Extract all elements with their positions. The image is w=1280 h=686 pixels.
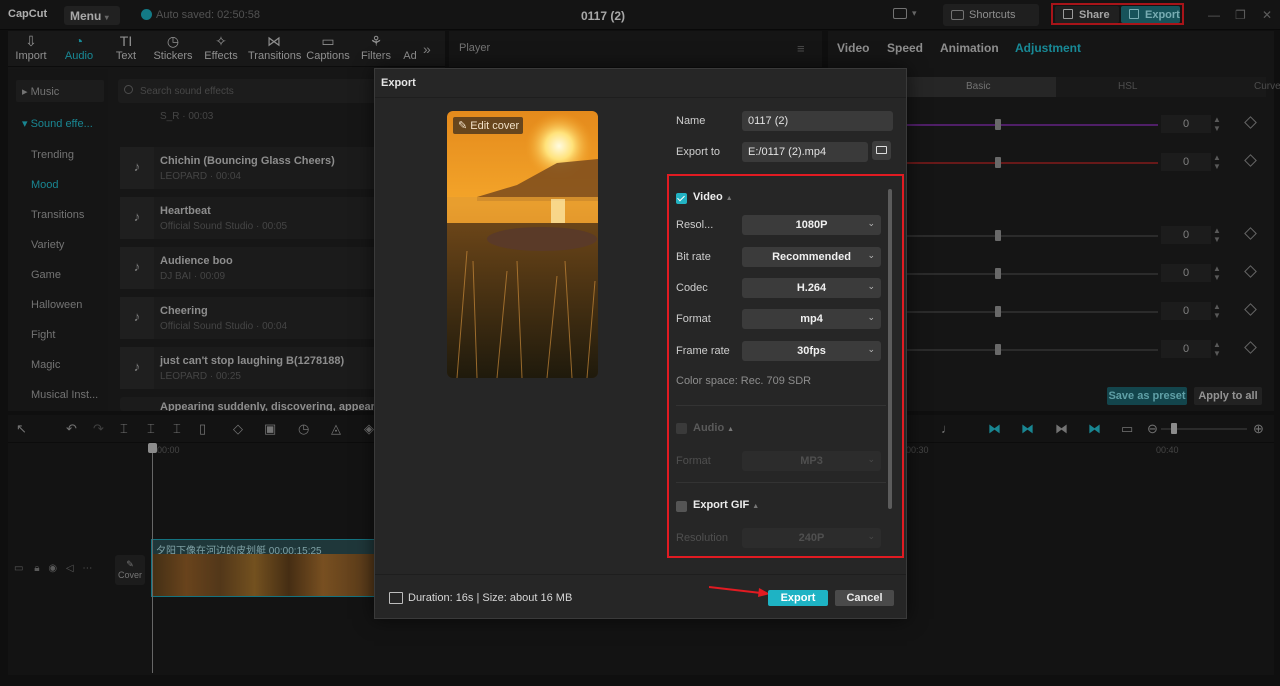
folder-icon[interactable] xyxy=(872,141,891,160)
resolution-value: 1080P xyxy=(795,219,828,231)
edit-icon: ✎ xyxy=(458,120,471,132)
edit-cover-button[interactable]: ✎ Edit cover xyxy=(453,117,523,134)
audio-checkbox[interactable] xyxy=(676,423,687,434)
divider xyxy=(676,482,886,483)
resolution-label: Resol... xyxy=(676,219,714,231)
codec-select[interactable]: H.264 ⌄ xyxy=(742,278,881,298)
divider xyxy=(676,405,886,406)
audio-format-value: MP3 xyxy=(800,455,823,467)
gif-resolution-label: Resolution xyxy=(676,532,728,544)
format-value: mp4 xyxy=(800,313,823,325)
bitrate-value: Recommended xyxy=(772,251,851,263)
red-arrow-annotation xyxy=(709,586,770,597)
codec-value: H.264 xyxy=(796,282,827,294)
name-label: Name xyxy=(676,115,706,127)
cancel-button[interactable]: Cancel xyxy=(835,590,894,606)
export-path-field[interactable]: E:/0117 (2).mp4 xyxy=(742,142,868,162)
chevron-down-icon: ⌄ xyxy=(867,281,875,291)
gif-resolution-value: 240P xyxy=(798,532,825,544)
export-to-label: Export to xyxy=(676,146,721,158)
framerate-select[interactable]: 30fps ⌄ xyxy=(742,341,881,361)
bitrate-select[interactable]: Recommended ⌄ xyxy=(742,247,881,267)
folder-shape xyxy=(876,146,887,154)
video-section-title[interactable]: Video ▲ xyxy=(693,191,733,203)
video-checkbox[interactable] xyxy=(676,193,687,204)
bitrate-label: Bit rate xyxy=(676,251,711,263)
audio-format-label: Format xyxy=(676,455,711,467)
caret-up-icon: ▲ xyxy=(727,426,735,433)
scrollbar[interactable] xyxy=(888,189,892,509)
color-space-text: Color space: Rec. 709 SDR xyxy=(676,375,812,387)
gif-resolution-select[interactable]: 240P ⌄ xyxy=(742,528,881,548)
chevron-down-icon: ⌄ xyxy=(867,531,875,541)
sunset-image xyxy=(447,111,598,378)
gif-title-label: Export GIF xyxy=(693,499,750,511)
video-title-label: Video xyxy=(693,191,723,203)
audio-title-label: Audio xyxy=(693,422,725,434)
name-field[interactable]: 0117 (2) xyxy=(742,111,893,131)
gif-section-title[interactable]: Export GIF ▲ xyxy=(693,499,759,511)
divider xyxy=(375,97,906,98)
export-dialog: Export ✎ Edit cover Name 0117 (2) Export… xyxy=(374,68,907,619)
framerate-label: Frame rate xyxy=(676,345,730,357)
resolution-select[interactable]: 1080P ⌄ xyxy=(742,215,881,235)
codec-label: Codec xyxy=(676,282,708,294)
duration-size-text: Duration: 16s | Size: about 16 MB xyxy=(408,592,573,604)
cover-thumbnail[interactable]: ✎ Edit cover xyxy=(447,111,598,378)
format-select[interactable]: mp4 ⌄ xyxy=(742,309,881,329)
export-button[interactable]: Export xyxy=(768,590,828,606)
framerate-value: 30fps xyxy=(797,345,826,357)
caret-up-icon: ▲ xyxy=(752,503,760,510)
audio-format-select[interactable]: MP3 ⌄ xyxy=(742,451,881,471)
format-label: Format xyxy=(676,313,711,325)
chevron-down-icon: ⌄ xyxy=(867,250,875,260)
chevron-down-icon: ⌄ xyxy=(867,344,875,354)
film-icon xyxy=(389,592,403,604)
edit-cover-label: Edit cover xyxy=(470,120,520,132)
chevron-down-icon: ⌄ xyxy=(867,312,875,322)
chevron-down-icon: ⌄ xyxy=(867,218,875,228)
caret-up-icon: ▲ xyxy=(725,195,733,202)
divider xyxy=(375,574,906,575)
dialog-title: Export xyxy=(381,77,416,89)
chevron-down-icon: ⌄ xyxy=(867,454,875,464)
audio-section-title[interactable]: Audio ▲ xyxy=(693,422,734,434)
gif-checkbox[interactable] xyxy=(676,501,687,512)
